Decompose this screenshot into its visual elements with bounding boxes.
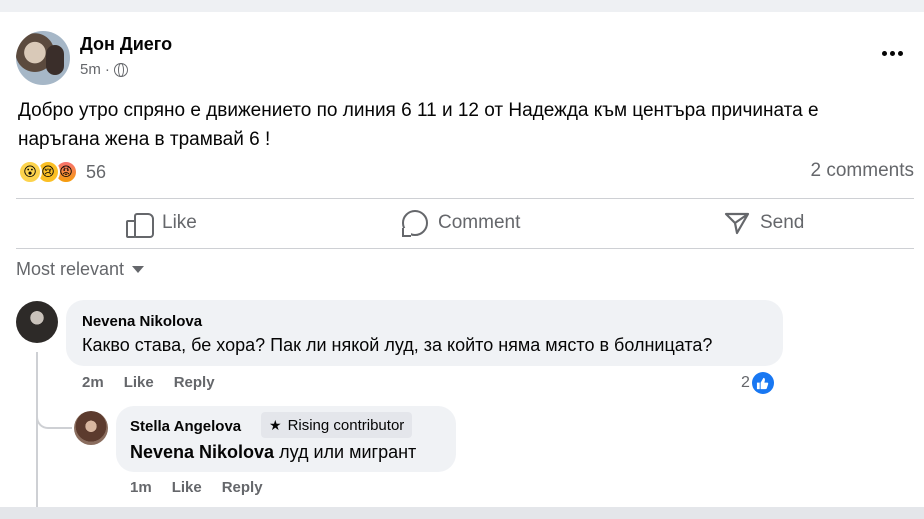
like-button[interactable]: Like bbox=[126, 205, 197, 241]
author-avatar[interactable] bbox=[16, 31, 70, 85]
commenter-avatar[interactable] bbox=[16, 301, 58, 343]
comment-author[interactable]: Stella Angelova bbox=[130, 418, 241, 435]
comment-time[interactable]: 2m bbox=[82, 374, 104, 391]
top-strip bbox=[0, 0, 924, 12]
dot-icon bbox=[881, 50, 887, 56]
comment-button[interactable]: Comment bbox=[402, 205, 520, 241]
like-reaction-icon bbox=[751, 372, 774, 394]
comment-like-button[interactable]: Like bbox=[124, 374, 154, 391]
reaction-count: 56 bbox=[86, 161, 107, 182]
comment-meta: 1m Like Reply bbox=[130, 479, 263, 496]
divider bbox=[16, 248, 914, 249]
sort-label: Most relevant bbox=[16, 259, 125, 279]
comment-body: луд или мигрант bbox=[274, 442, 417, 462]
badge-label: Rising contributor bbox=[287, 416, 405, 434]
send-button[interactable]: Send bbox=[724, 205, 804, 241]
mention-link[interactable]: Nevena Nikolova bbox=[130, 442, 274, 462]
more-options-button[interactable] bbox=[874, 38, 910, 68]
comment-bubble bbox=[66, 300, 783, 366]
rising-contributor-badge: ★ Rising contributor bbox=[261, 412, 413, 438]
dot-icon bbox=[897, 50, 903, 56]
post-meta: 5m · bbox=[80, 61, 128, 78]
like-label: Like bbox=[162, 212, 197, 233]
globe-icon bbox=[113, 62, 128, 77]
reactions-summary[interactable]: 😮 😢 😡 56 bbox=[18, 160, 106, 184]
like-count: 2 bbox=[741, 374, 750, 391]
comments-count-link[interactable]: 2 comments bbox=[811, 160, 914, 182]
comment-bubble-icon bbox=[402, 210, 428, 237]
send-icon bbox=[724, 211, 750, 235]
bottom-strip bbox=[0, 507, 924, 519]
sort-dropdown[interactable]: Most relevant bbox=[16, 259, 145, 280]
comment-like-button[interactable]: Like bbox=[172, 479, 202, 496]
comment-time[interactable]: 1m bbox=[130, 479, 152, 496]
dot-icon bbox=[889, 50, 895, 56]
commenter-avatar[interactable] bbox=[74, 411, 108, 445]
post-text: Добро утро спряно е движението по линия … bbox=[18, 100, 819, 150]
divider bbox=[16, 198, 914, 199]
meta-separator: · bbox=[104, 61, 110, 78]
comment-meta: 2m Like Reply bbox=[82, 374, 215, 391]
caret-down-icon bbox=[132, 266, 145, 273]
thread-connector bbox=[36, 413, 72, 429]
comment-text: Nevena Nikolova луд или мигрант bbox=[130, 442, 416, 463]
wow-icon: 😮 bbox=[18, 160, 42, 184]
comment-reply-button[interactable]: Reply bbox=[174, 374, 215, 391]
thumbs-up-icon bbox=[126, 211, 154, 238]
thread-line bbox=[36, 352, 38, 507]
comment-author[interactable]: Nevena Nikolova bbox=[82, 313, 202, 330]
comment-text: Какво става, бе хора? Пак ли някой луд, … bbox=[82, 335, 713, 355]
star-icon: ★ bbox=[269, 417, 282, 433]
comment-label: Comment bbox=[438, 212, 521, 233]
send-label: Send bbox=[760, 212, 805, 233]
post-time[interactable]: 5m bbox=[80, 61, 101, 78]
post-author[interactable]: Дон Диего bbox=[80, 34, 172, 55]
comment-like-count[interactable]: 2 bbox=[741, 372, 774, 394]
comment-reply-button[interactable]: Reply bbox=[222, 479, 263, 496]
